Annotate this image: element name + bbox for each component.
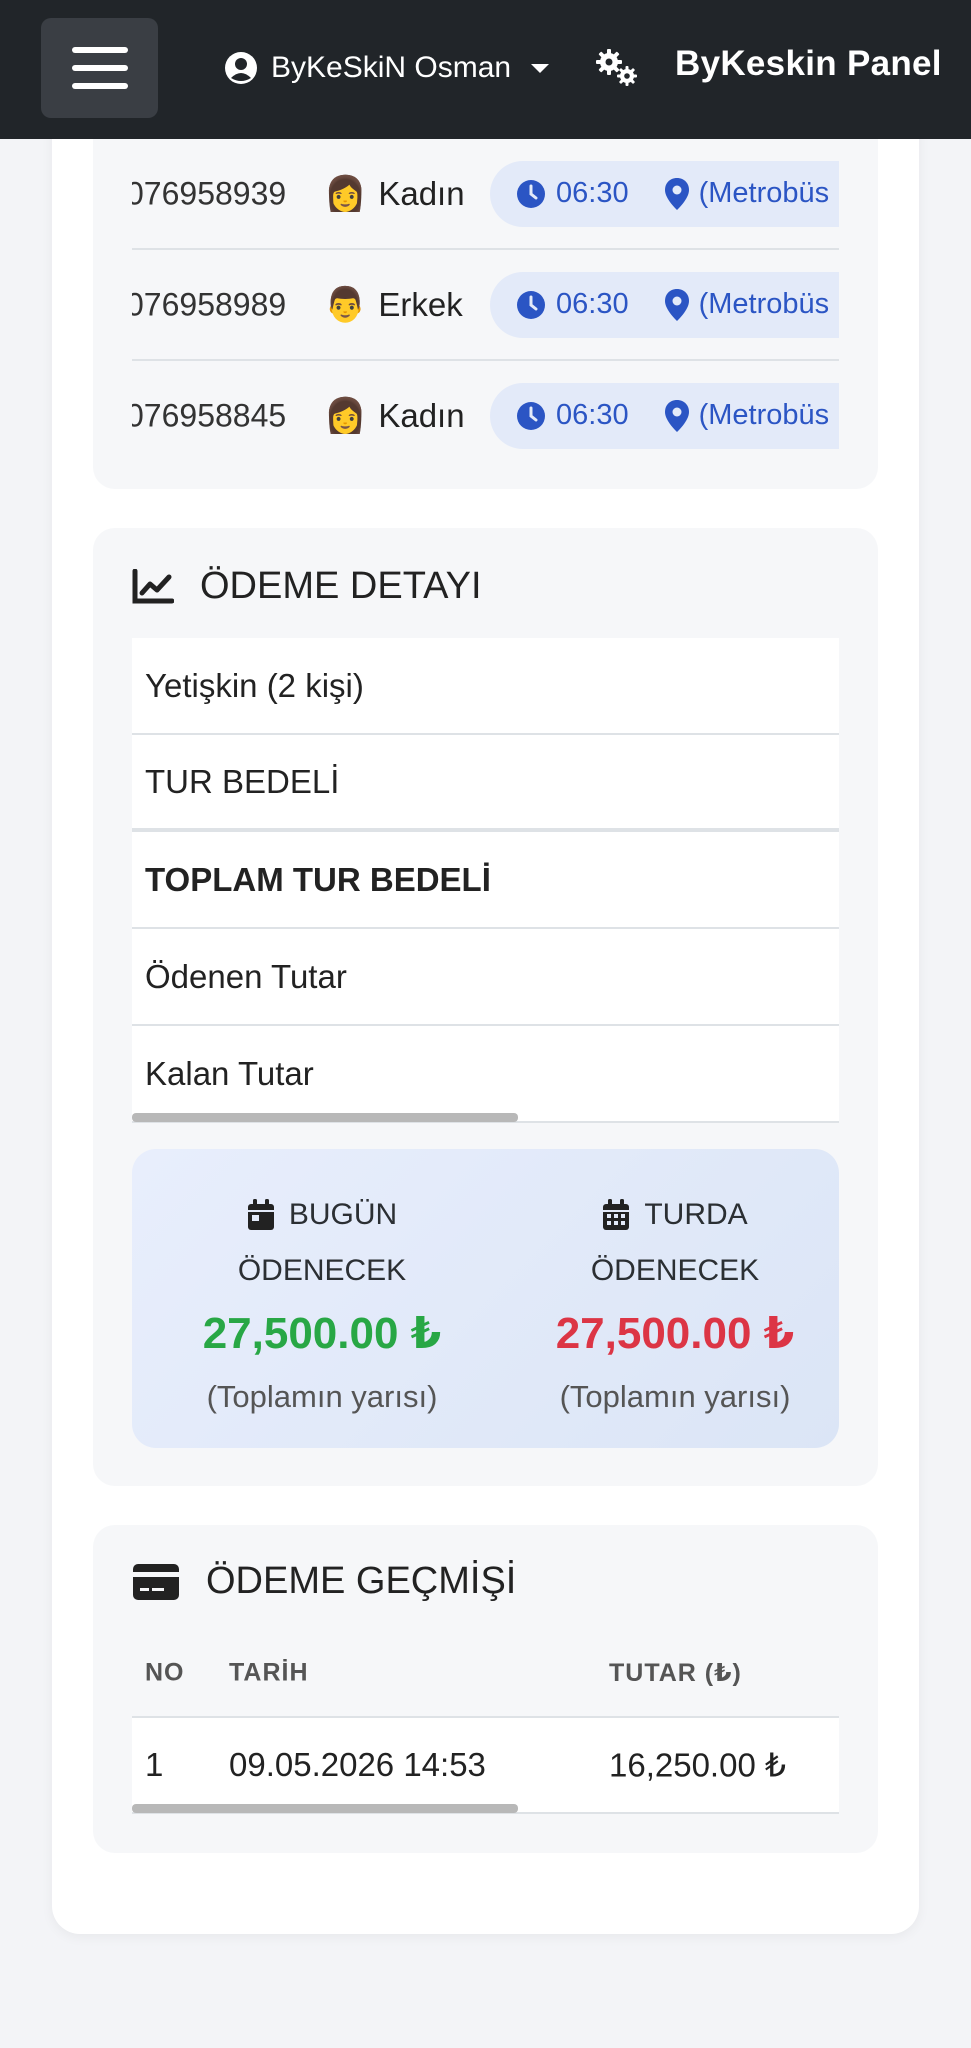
pay-on-tour-label: TURDA — [525, 1187, 825, 1243]
cell-no: 1 — [145, 1746, 164, 1783]
clock-icon — [517, 290, 545, 319]
pickup-badge: 06:30 (Metrobüs I — [490, 382, 839, 449]
user-dropdown[interactable]: ByKeSkiN Osman — [225, 44, 550, 92]
pickup-badge: 06:30 (Metrobüs I — [490, 271, 839, 338]
passenger-gender: 👨 Erkek — [324, 285, 463, 325]
detail-row-paid: Ödenen Tutar — [132, 929, 839, 1026]
table-header: NO TARİH TUTAR (₺) — [132, 1630, 839, 1718]
horizontal-scrollbar[interactable] — [132, 1113, 518, 1122]
calendar-icon — [247, 1199, 274, 1230]
menu-icon-bar — [71, 47, 128, 53]
passenger-gender: 👩 Kadın — [324, 396, 465, 436]
payment-history-heading: ÖDEME GEÇMİŞİ — [132, 1560, 516, 1603]
table-row: 076958845 👩 Kadın 06:30 (Metrobüs I — [132, 361, 839, 450]
passenger-gender: 👩 Kadın — [324, 174, 465, 214]
pay-today-amount: 27,500.00 ₺ — [202, 1309, 442, 1358]
payment-history-title: ÖDEME GEÇMİŞİ — [206, 1560, 517, 1602]
column-header-amount: TUTAR (₺) — [609, 1659, 742, 1687]
brand-title[interactable]: ByKeskin Panel — [675, 44, 942, 84]
map-pin-icon — [664, 399, 689, 432]
pickup-location: (Metrobüs I — [698, 288, 839, 320]
column-header-date: TARİH — [229, 1658, 309, 1687]
top-navbar: ByKeSkiN Osman ByKeskin Panel — [0, 0, 971, 139]
column-header-no: NO — [145, 1658, 185, 1687]
pay-on-tour-note: (Toplamın yarısı) — [559, 1379, 791, 1414]
gears-icon[interactable] — [594, 48, 640, 93]
woman-icon: 👩 — [324, 396, 367, 435]
pickup-location: (Metrobüs I — [698, 399, 839, 431]
detail-row-adults: Yetişkin (2 kişi) — [132, 638, 839, 735]
user-name: ByKeSkiN Osman — [271, 51, 512, 84]
chart-line-icon — [132, 568, 174, 603]
gender-label: Erkek — [378, 285, 463, 323]
pickup-time: 06:30 — [556, 288, 629, 320]
pickup-location: (Metrobüs I — [698, 177, 839, 209]
pay-today-label-1: BUGÜN — [288, 1198, 398, 1231]
pay-on-tour-amount: 27,500.00 ₺ — [555, 1309, 795, 1358]
menu-icon-bar — [71, 83, 128, 89]
user-circle-icon — [225, 52, 257, 84]
map-pin-icon — [664, 177, 689, 210]
pickup-badge: 06:30 (Metrobüs I — [490, 160, 839, 227]
pay-on-tour-label-2: ÖDENECEK — [590, 1254, 760, 1287]
pickup-time: 06:30 — [556, 177, 629, 209]
table-row: 1 09.05.2026 14:53 16,250.00 ₺ — [132, 1718, 839, 1814]
man-icon: 👨 — [324, 285, 367, 324]
caret-down-icon — [531, 63, 550, 73]
pay-today-label-2: ÖDENECEK — [237, 1254, 407, 1287]
detail-row-remaining: Kalan Tutar — [132, 1026, 839, 1123]
pay-today-label: BUGÜN — [172, 1187, 472, 1243]
gender-label: Kadın — [378, 174, 465, 212]
detail-row-tour-fee: TUR BEDELİ — [132, 735, 839, 832]
table-row: 076958939 👩 Kadın 06:30 (Metrobüs I — [132, 139, 839, 250]
payment-detail-table[interactable]: Yetişkin (2 kişi) TUR BEDELİ TOPLAM TUR … — [132, 638, 839, 1123]
pay-on-tour-label-1: TURDA — [644, 1198, 748, 1231]
payment-detail-heading: ÖDEME DETAYI — [132, 565, 482, 608]
passenger-id: 076958845 — [132, 397, 287, 433]
pay-on-tour-column: TURDA ÖDENECEK 27,500.00 ₺ (Toplamın yar… — [525, 1187, 825, 1425]
menu-toggle-button[interactable] — [41, 18, 158, 118]
clock-icon — [517, 401, 545, 430]
table-row: 076958989 👨 Erkek 06:30 (Metrobüs I — [132, 250, 839, 361]
passenger-id: 076958939 — [132, 175, 287, 211]
horizontal-scrollbar[interactable] — [132, 1804, 518, 1813]
map-pin-icon — [664, 288, 689, 321]
detail-row-total: TOPLAM TUR BEDELİ — [132, 832, 839, 929]
payment-detail-title: ÖDEME DETAYI — [200, 565, 482, 607]
payment-history-table[interactable]: NO TARİH TUTAR (₺) 1 09.05.2026 14:53 16… — [132, 1630, 839, 1814]
pay-today-column: BUGÜN ÖDENECEK 27,500.00 ₺ (Toplamın yar… — [172, 1187, 472, 1425]
passenger-id: 076958989 — [132, 286, 287, 322]
passenger-table[interactable]: 076958939 👩 Kadın 06:30 (Metrobüs I 0769… — [132, 139, 839, 450]
woman-icon: 👩 — [324, 174, 367, 213]
cell-date: 09.05.2026 14:53 — [229, 1746, 486, 1783]
clock-icon — [517, 179, 545, 208]
gender-label: Kadın — [378, 396, 465, 434]
pickup-time: 06:30 — [556, 399, 629, 431]
calendar-days-icon — [603, 1199, 630, 1230]
menu-icon-bar — [71, 65, 128, 71]
payment-split-box: BUGÜN ÖDENECEK 27,500.00 ₺ (Toplamın yar… — [132, 1149, 839, 1448]
pay-today-note: (Toplamın yarısı) — [206, 1379, 438, 1414]
cell-amount: 16,250.00 ₺ — [609, 1746, 786, 1784]
credit-card-icon — [133, 1563, 179, 1600]
